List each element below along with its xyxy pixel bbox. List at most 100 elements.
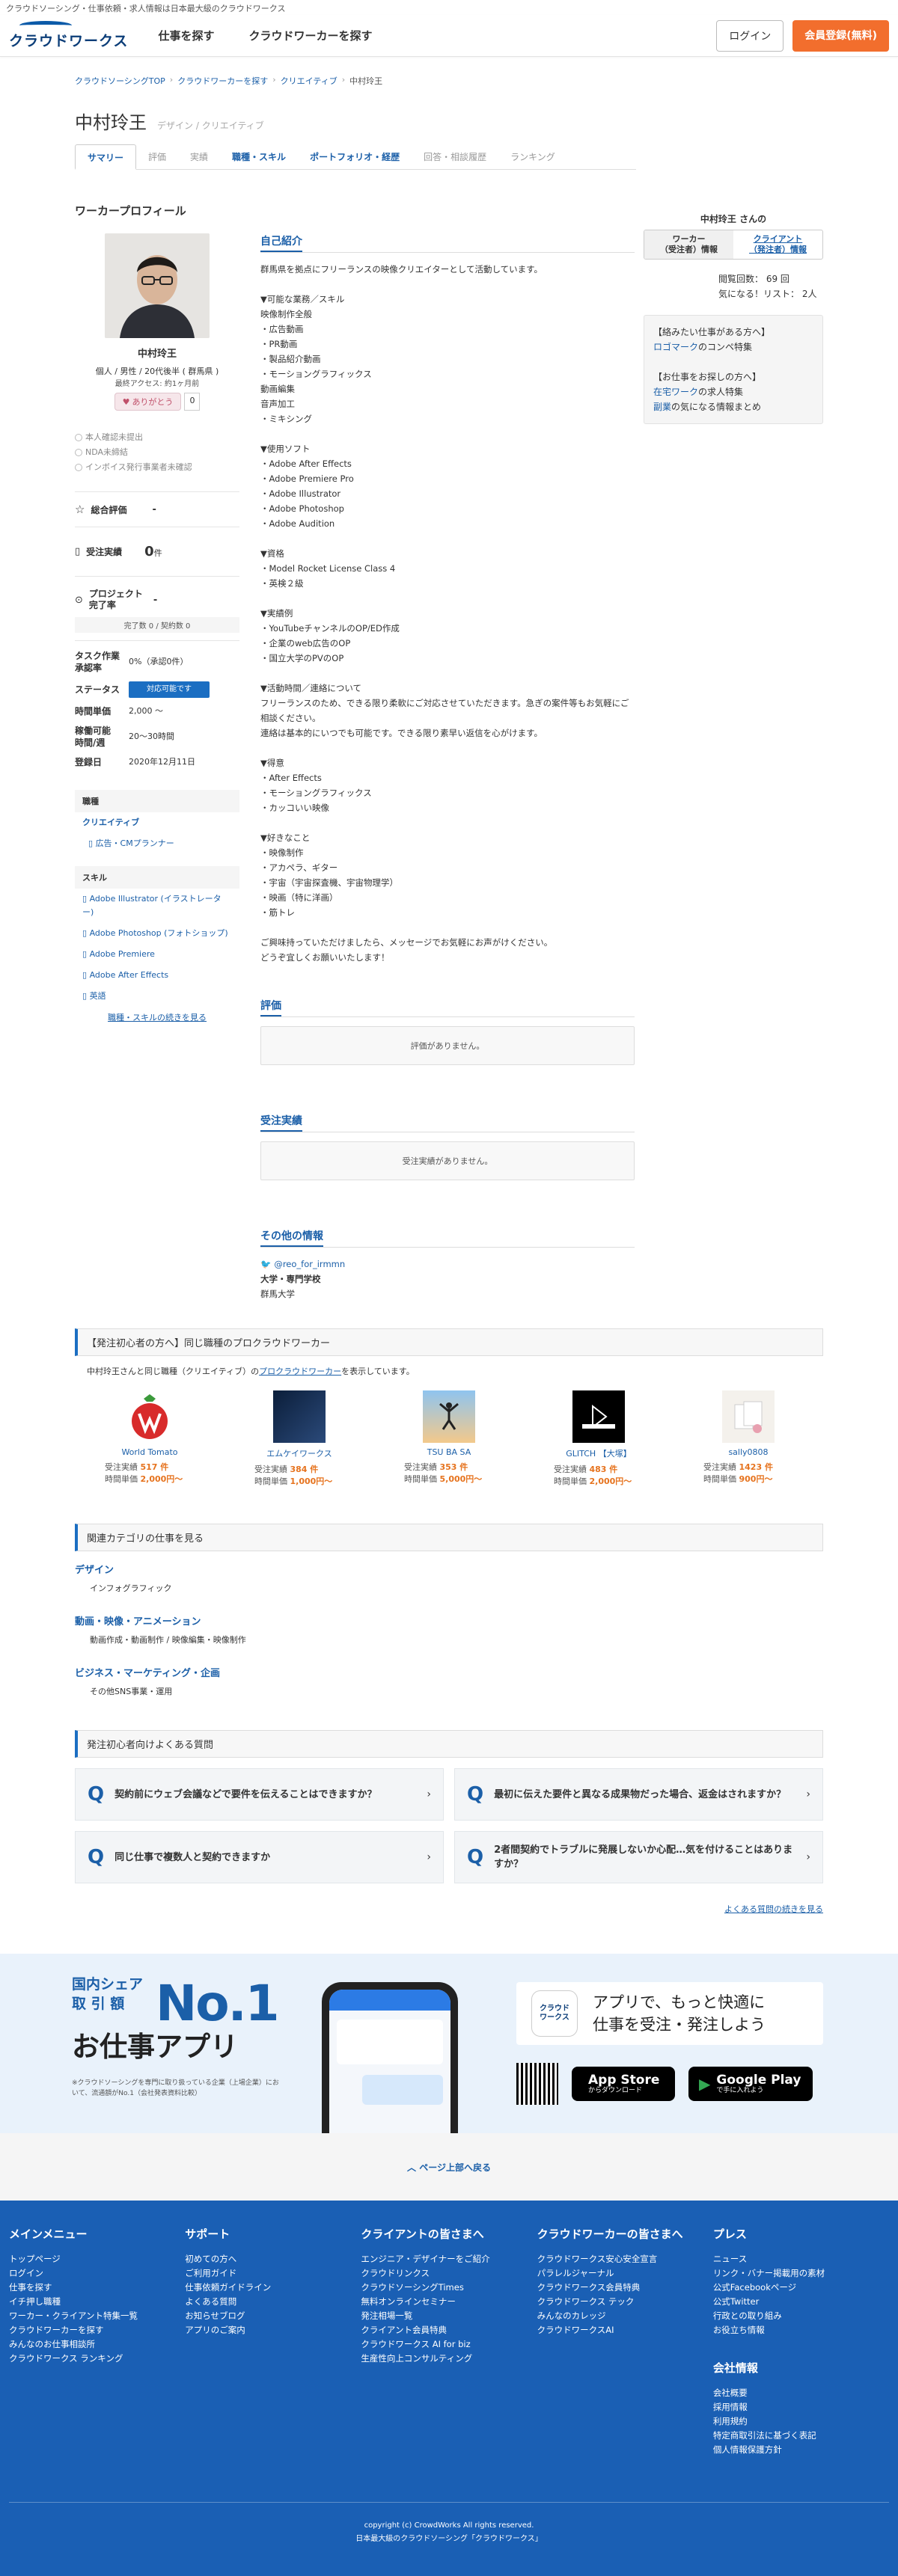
category-business-link[interactable]: ビジネス・マーケティング・企画	[75, 1665, 823, 1679]
handshake-icon: ⊙	[75, 594, 83, 606]
worker-card[interactable]: GLITCH 【大塚】 受注実績 483 件時間単価 2,000円〜	[546, 1390, 651, 1488]
promo-remote-link[interactable]: 在宅ワーク	[653, 387, 698, 397]
footer-link[interactable]: 特定商取引法に基づく表記	[713, 2429, 889, 2443]
worker-info-tab[interactable]: ワーカー （受注者）情報	[644, 230, 733, 259]
breadcrumb-creative[interactable]: クリエイティブ	[281, 75, 337, 87]
footer-link[interactable]: クラウドワークス安心安全宣言	[537, 2252, 713, 2266]
faq-item[interactable]: Q 契約前にウェブ会議などで要件を伝えることはできますか？ ›	[75, 1768, 444, 1821]
skill-photoshop-link[interactable]: ▯ Adobe Photoshop (フォトショップ)	[75, 923, 239, 944]
footer-link[interactable]: 仕事依頼ガイドライン	[185, 2281, 361, 2295]
category-business-sub[interactable]: その他SNS事業・運用	[90, 1685, 823, 1697]
worker-name[interactable]: TSU BA SA	[397, 1447, 501, 1457]
footer-link[interactable]: お知らせブログ	[185, 2309, 361, 2323]
worker-card[interactable]: World Tomato 受注実績 517 件時間単価 2,000円〜	[97, 1390, 202, 1488]
footer-link[interactable]: 会社概要	[713, 2386, 889, 2400]
worker-name[interactable]: GLITCH 【大塚】	[546, 1447, 651, 1459]
category-video-link[interactable]: 動画・映像・アニメーション	[75, 1613, 823, 1628]
worker-name[interactable]: sally0808	[696, 1447, 801, 1457]
worker-card[interactable]: sally0808 受注実績 1423 件時間単価 900円〜	[696, 1390, 801, 1488]
client-info-tab[interactable]: クライアント （発注者）情報	[733, 230, 822, 259]
worker-card[interactable]: TSU BA SA 受注実績 353 件時間単価 5,000円〜	[397, 1390, 501, 1488]
category-design-sub[interactable]: インフォグラフィック	[90, 1582, 823, 1594]
footer-link[interactable]: ご利用ガイド	[185, 2266, 361, 2281]
skill-after-effects-link[interactable]: ▯ Adobe After Effects	[75, 965, 239, 986]
footer-link[interactable]: 初めての方へ	[185, 2252, 361, 2266]
twitter-link[interactable]: 🐦 @reo_for_irmmn	[260, 1257, 635, 1272]
footer-link[interactable]: 公式Facebookページ	[713, 2281, 889, 2295]
footer-link[interactable]: パラレルジャーナル	[537, 2266, 713, 2281]
tab-skills[interactable]: 職種・スキル	[220, 144, 298, 169]
thanks-button[interactable]: ♥ ありがとう	[114, 393, 182, 411]
breadcrumb-top[interactable]: クラウドソーシングTOP	[75, 75, 165, 87]
worker-rate: 2,000円〜	[140, 1474, 183, 1484]
footer-link[interactable]: 仕事を探す	[9, 2281, 185, 2295]
app-store-button[interactable]: App Store からダウンロード	[572, 2067, 675, 2101]
footer-link[interactable]: クラウドワークス テック	[537, 2295, 713, 2309]
footer-link[interactable]: 採用情報	[713, 2400, 889, 2414]
tab-achievements[interactable]: 実績	[178, 144, 220, 169]
faq-item[interactable]: Q 2者間契約でトラブルに発展しないか心配…気を付けることはありますか？ ›	[454, 1831, 823, 1883]
footer-link[interactable]: エンジニア・デザイナーをご紹介	[361, 2252, 537, 2266]
title-roles: デザイン / クリエイティブ	[157, 119, 264, 132]
signup-button[interactable]: 会員登録(無料)	[792, 19, 889, 52]
footer-link[interactable]: リンク・バナー掲載用の素材	[713, 2266, 889, 2281]
faq-item[interactable]: Q 同じ仕事で複数人と契約できますか ›	[75, 1831, 444, 1883]
worker-card[interactable]: エムケイワークス 受注実績 384 件時間単価 1,000円〜	[247, 1390, 352, 1488]
breadcrumb-find-workers[interactable]: クラウドワーカーを探す	[177, 75, 268, 87]
skill-english-link[interactable]: ▯ 英語	[75, 986, 239, 1007]
tab-portfolio[interactable]: ポートフォリオ・経歴	[298, 144, 412, 169]
back-to-top-link[interactable]: ︿ ページ上部へ戻る	[407, 2161, 491, 2174]
footer-link[interactable]: ログイン	[9, 2266, 185, 2281]
footer-link[interactable]: クラウドワークス ランキング	[9, 2352, 185, 2366]
app-badges: App Store からダウンロード ▶ Google Play で手に入れよう	[516, 2063, 823, 2105]
job-creative-link[interactable]: クリエイティブ	[75, 812, 239, 833]
footer-link[interactable]: クラウドワークス会員特典	[537, 2281, 713, 2295]
footer-link[interactable]: 個人情報保護方針	[713, 2443, 889, 2457]
rate-label: 時間単価	[703, 1474, 736, 1484]
footer-link[interactable]: クライアント会員特典	[361, 2323, 537, 2337]
footer-link[interactable]: みんなのお仕事相談所	[9, 2337, 185, 2352]
worker-name[interactable]: World Tomato	[97, 1447, 202, 1457]
footer-link[interactable]: アプリのご案内	[185, 2323, 361, 2337]
site-logo[interactable]: クラウドワークス	[9, 21, 128, 50]
footer-link[interactable]: お役立ち情報	[713, 2323, 889, 2337]
orders-count: 0件	[144, 544, 162, 559]
skill-illustrator-link[interactable]: ▯ Adobe Illustrator (イラストレーター)	[75, 889, 239, 923]
tab-ranking[interactable]: ランキング	[498, 144, 567, 169]
footer-link[interactable]: みんなのカレッジ	[537, 2309, 713, 2323]
footer-link[interactable]: 無料オンラインセミナー	[361, 2295, 537, 2309]
google-play-button[interactable]: ▶ Google Play で手に入れよう	[688, 2067, 813, 2101]
footer-link[interactable]: 行政との取り組み	[713, 2309, 889, 2323]
footer-link[interactable]: イチ押し職種	[9, 2295, 185, 2309]
job-ad-planner-link[interactable]: ▯ 広告・CMプランナー	[75, 833, 239, 854]
more-skills-link[interactable]: 職種・スキルの続きを見る	[75, 1011, 239, 1023]
tab-answers[interactable]: 回答・相談履歴	[412, 144, 498, 169]
pro-worker-link[interactable]: プロクラウドワーカー	[259, 1367, 341, 1376]
nav-find-jobs[interactable]: 仕事を探す	[158, 28, 214, 43]
footer-link[interactable]: ワーカー・クライアント特集一覧	[9, 2309, 185, 2323]
login-button[interactable]: ログイン	[716, 19, 784, 52]
tab-summary[interactable]: サマリー	[75, 144, 137, 170]
category-video-sub[interactable]: 動画作成・動画制作 / 映像編集・映像制作	[90, 1634, 823, 1646]
category-design-link[interactable]: デザイン	[75, 1562, 823, 1576]
footer-link[interactable]: クラウドワーカーを探す	[9, 2323, 185, 2337]
footer-link[interactable]: クラウドワークスAI	[537, 2323, 713, 2337]
nav-find-workers[interactable]: クラウドワーカーを探す	[248, 28, 372, 43]
footer-link[interactable]: ニュース	[713, 2252, 889, 2266]
faq-item[interactable]: Q 最初に伝えた要件と異なる成果物だった場合、返金はされますか？ ›	[454, 1768, 823, 1821]
footer-link[interactable]: クラウドソーシングTimes	[361, 2281, 537, 2295]
footer-link[interactable]: クラウドリンクス	[361, 2266, 537, 2281]
footer-link[interactable]: 公式Twitter	[713, 2295, 889, 2309]
promo-sidejob-link[interactable]: 副業	[653, 402, 671, 412]
footer-link[interactable]: クラウドワークス AI for biz	[361, 2337, 537, 2352]
skill-premiere-link[interactable]: ▯ Adobe Premiere	[75, 944, 239, 965]
footer-link[interactable]: 利用規約	[713, 2414, 889, 2429]
footer-link[interactable]: よくある質問	[185, 2295, 361, 2309]
tab-reviews[interactable]: 評価	[136, 144, 178, 169]
footer-link[interactable]: トップページ	[9, 2252, 185, 2266]
promo-logo-link[interactable]: ロゴマーク	[653, 342, 698, 352]
worker-name[interactable]: エムケイワークス	[247, 1447, 352, 1459]
footer-link[interactable]: 生産性向上コンサルティング	[361, 2352, 537, 2366]
faq-more-link[interactable]: よくある質問の続きを見る	[724, 1904, 823, 1914]
footer-link[interactable]: 発注相場一覧	[361, 2309, 537, 2323]
